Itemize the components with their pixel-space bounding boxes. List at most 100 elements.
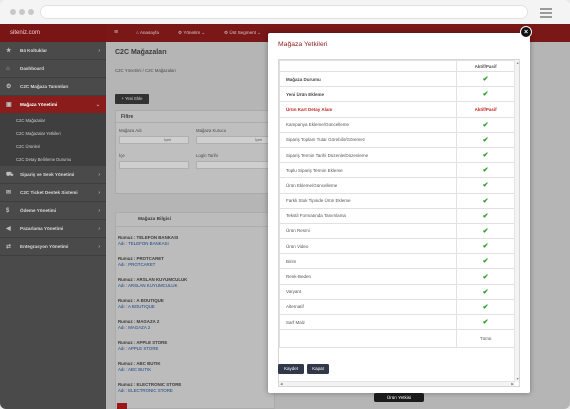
check-icon[interactable]: ✔ [483, 182, 489, 189]
sidebar-item-label: Ödeme Yönetimi [20, 208, 57, 213]
permission-toggle[interactable]: ✔ [456, 238, 515, 255]
empty-cell [279, 329, 458, 349]
permission-toggle[interactable]: ✔ [456, 70, 515, 88]
permission-toggle[interactable]: ✔ [456, 283, 515, 300]
sidebar-item-label: Sipariş ve Sevk Yönetimi [20, 172, 75, 177]
permission-toggle[interactable]: ✔ [456, 177, 515, 194]
check-icon[interactable]: ✔ [483, 122, 489, 129]
tooltip: Ürün Yetkisi [374, 393, 424, 402]
close-icon[interactable]: × [520, 26, 532, 38]
permission-row: Ürün Kart Detay Alanı Aktif/Pasif [279, 101, 515, 118]
sidebar-subitem[interactable]: C2C Mağazalar Yetkileri [0, 127, 106, 140]
permission-toggle[interactable]: ✔ [456, 222, 515, 240]
permission-label: Yeni Ürün Ekleme [279, 86, 458, 103]
check-icon[interactable]: ✔ [483, 198, 489, 205]
check-icon[interactable]: ✔ [483, 274, 489, 281]
sidebar-subitem[interactable]: C2C Mağazalar [0, 114, 106, 127]
permission-label: Ürün Resmi [279, 222, 458, 240]
check-icon[interactable]: ✔ [483, 167, 489, 174]
sidebar-item-pazarlama[interactable]: ◀ Pazarlama Yönetimi › [0, 220, 106, 238]
store-icon: ▣ [6, 102, 12, 108]
permission-label: Varyant [279, 283, 458, 300]
save-button[interactable]: Kaydet [278, 364, 304, 374]
permission-row: Ürün Ekleme/Güncelleme ✔ [279, 177, 515, 194]
select-all-toggle[interactable]: Tümü [456, 329, 515, 349]
sidebar-item-ticket[interactable]: ✉ C2C Ticket Destek Sistemi › [0, 184, 106, 202]
check-icon[interactable]: ✔ [483, 289, 489, 296]
permission-label: Renk-Beden [279, 268, 458, 285]
permission-toggle[interactable]: ✔ [456, 268, 515, 285]
permission-toggle[interactable]: ✔ [456, 146, 515, 164]
sidebar-item-dashboard[interactable]: ⌂ Dashboard [0, 60, 106, 78]
permission-row: Alternatif ✔ [279, 298, 515, 316]
check-icon[interactable]: ✔ [483, 243, 489, 250]
vertical-scrollbar[interactable]: ▲ ▼ [514, 60, 519, 382]
link-icon: ⇄ [6, 244, 12, 250]
permission-label: Birim [279, 253, 458, 270]
permission-toggle[interactable]: ✔ [456, 207, 515, 224]
megaphone-icon: ◀ [6, 226, 11, 232]
chevron-icon: › [98, 190, 100, 196]
scroll-down-icon[interactable]: ▼ [516, 377, 519, 381]
sidebar-item-label: C2C Ticket Destek Sistemi [20, 190, 78, 195]
check-icon[interactable]: ✔ [483, 258, 489, 265]
check-icon[interactable]: ✔ [483, 319, 489, 326]
check-icon[interactable]: ✔ [483, 137, 489, 144]
sidebar-item-label: Mağaza Yönetimi [20, 102, 58, 107]
permission-toggle[interactable]: ✔ [456, 313, 515, 331]
permission-toggle[interactable]: ✔ [456, 162, 515, 179]
permission-row: Birim ✔ [279, 253, 515, 270]
check-icon[interactable]: ✔ [483, 213, 489, 220]
permission-row: Sipariş Termin Tarihi Düzenle/Düzenleme ✔ [279, 146, 515, 164]
gear-icon: ⚙ [6, 84, 12, 90]
scroll-right-icon[interactable]: ▶ [511, 382, 514, 386]
permission-label: Kampanya Ekleme/Güncelleme [279, 116, 458, 133]
horizontal-scrollbar[interactable]: ◀ ▶ [279, 381, 515, 386]
chevron-icon: › [98, 172, 100, 178]
column-header-status: Aktif/Pasif [456, 60, 515, 72]
scroll-left-icon[interactable]: ◀ [280, 382, 283, 386]
sidebar-subitem[interactable]: C2C Detay Belirleme Durumu [0, 153, 106, 166]
check-icon[interactable]: ✔ [483, 304, 489, 311]
home-icon: ⌂ [6, 66, 10, 72]
permission-toggle[interactable]: ✔ [456, 192, 515, 209]
permission-row: Farklı Stok Tipinde Ürün Ekleme ✔ [279, 192, 515, 209]
permission-row: Sarf Malz ✔ [279, 313, 515, 331]
sidebar-subitem[interactable]: C2C Ürünleri [0, 140, 106, 153]
permission-label: Ürün Kart Detay Alanı [279, 101, 458, 118]
permission-toggle[interactable]: ✔ [456, 131, 515, 148]
sidebar-item-koltuklar[interactable]: ★ B4 Koltuklar › [0, 42, 106, 60]
permission-toggle[interactable]: ✔ [456, 86, 515, 103]
permission-row: Sipariş Toplam Tutar Görebilir/Göremez ✔ [279, 131, 515, 148]
scroll-up-icon[interactable]: ▲ [516, 61, 519, 65]
browser-chrome [0, 0, 570, 24]
window-dot [10, 9, 16, 15]
permission-label: Alternatif [279, 298, 458, 316]
check-icon[interactable]: ✔ [483, 76, 489, 83]
address-bar[interactable] [40, 5, 528, 19]
permission-toggle[interactable]: ✔ [456, 253, 515, 270]
close-button[interactable]: Kapat [307, 364, 329, 374]
sidebar-item-c2c-tanimlari[interactable]: ⚙ C2C Mağaza Tanımları [0, 78, 106, 96]
permissions-table: Aktif/Pasif Mağaza Durumu ✔ Yeni Ürün Ekle… [279, 60, 515, 349]
sidebar-item-label: Dashboard [20, 66, 44, 71]
chevron-icon: › [98, 208, 100, 214]
sidebar-item-odeme[interactable]: $ Ödeme Yönetimi › [0, 202, 106, 220]
permission-row: Tekstil Formatında Tanımlama ✔ [279, 207, 515, 224]
window-dot [28, 9, 34, 15]
check-icon[interactable]: ✔ [483, 228, 489, 235]
chevron-icon: › [98, 244, 100, 250]
payment-icon: $ [6, 208, 10, 214]
sidebar-item-magaza-yonetimi[interactable]: ▣ Mağaza Yönetimi ⌄ [0, 96, 106, 114]
sidebar-item-siparis[interactable]: ⛟ Sipariş ve Sevk Yönetimi › [0, 166, 106, 184]
sidebar-item-label: Entegrasyon Yönetimi [20, 244, 69, 249]
sidebar-item-entegrasyon[interactable]: ⇄ Entegrasyon Yönetimi › [0, 238, 106, 256]
permission-label: Ürün Ekleme/Güncelleme [279, 177, 458, 194]
permission-toggle[interactable]: ✔ [456, 116, 515, 133]
check-icon[interactable]: ✔ [483, 152, 489, 159]
site-logo[interactable]: siteniz.com [0, 24, 106, 42]
browser-menu-icon[interactable] [540, 8, 552, 20]
permission-toggle[interactable]: ✔ [456, 298, 515, 316]
permission-status-label: Aktif/Pasif [456, 101, 515, 118]
check-icon[interactable]: ✔ [483, 91, 489, 98]
